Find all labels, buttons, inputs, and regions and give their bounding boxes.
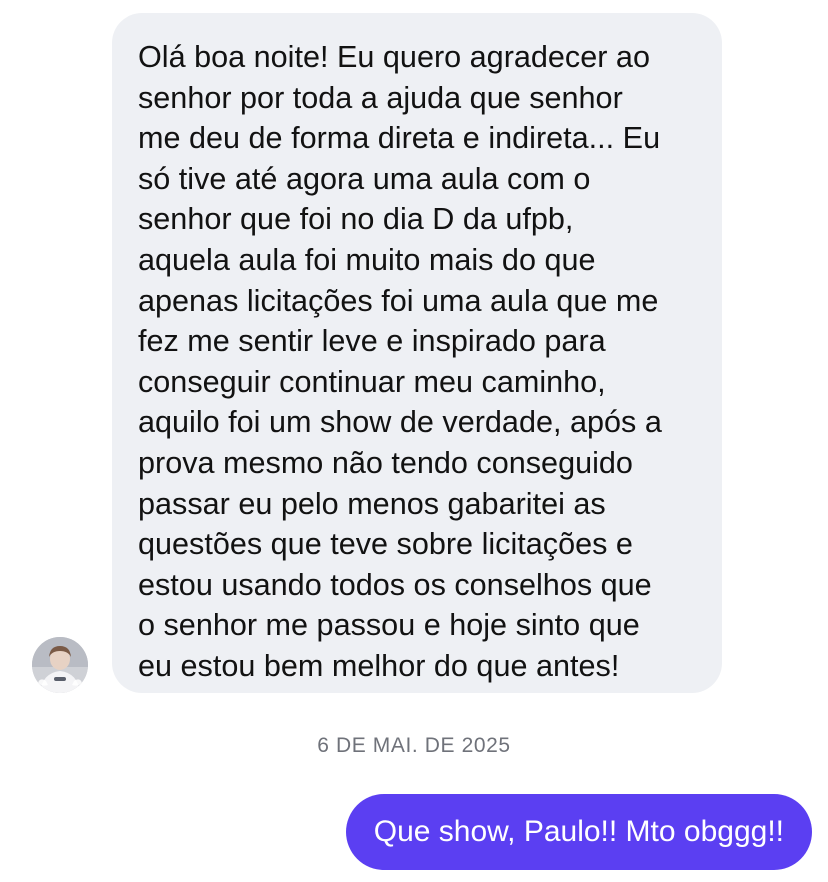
incoming-message-text: Olá boa noite! Eu quero agradecer ao sen… — [138, 40, 662, 683]
sender-avatar[interactable] — [32, 637, 88, 693]
incoming-message-bubble[interactable]: Olá boa noite! Eu quero agradecer ao sen… — [112, 13, 722, 693]
outgoing-message-bubble[interactable]: Que show, Paulo!! Mto obggg!! — [345, 794, 812, 870]
outgoing-message-text: Que show, Paulo!! Mto obggg!! — [373, 815, 784, 848]
profile-photo-icon — [32, 637, 88, 693]
date-separator: 6 DE MAI. DE 2025 — [317, 734, 511, 757]
message-thread: Olá boa noite! Eu quero agradecer ao sen… — [0, 0, 828, 882]
